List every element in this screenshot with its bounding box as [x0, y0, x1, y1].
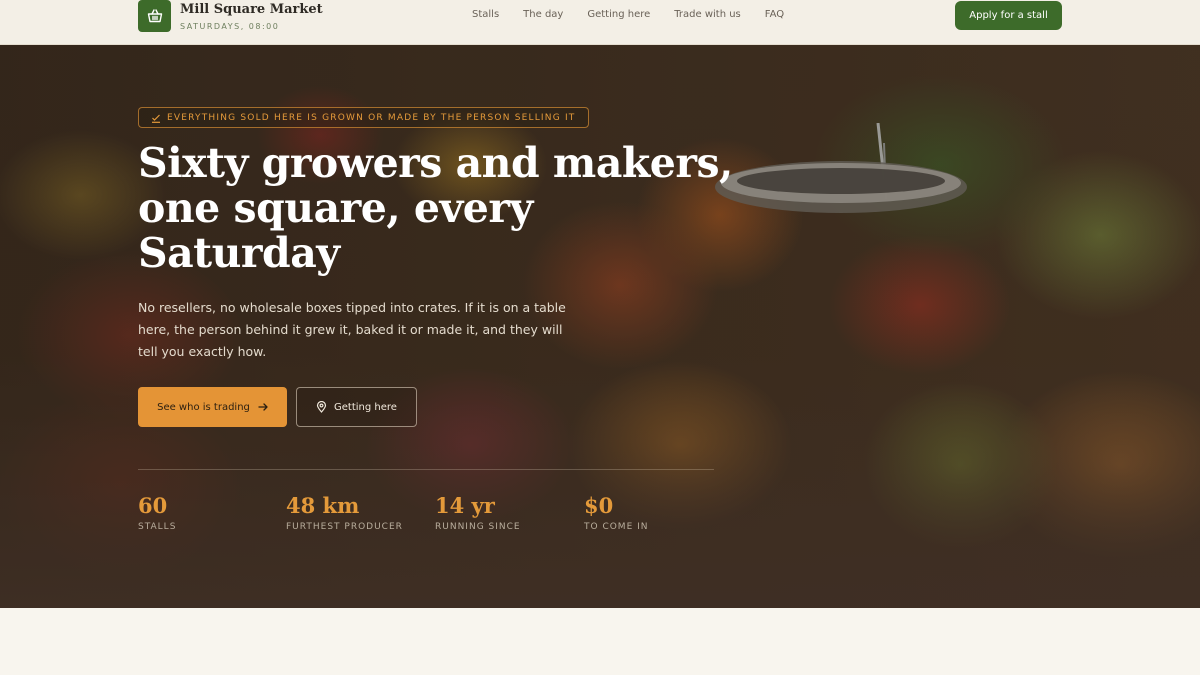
site-header: Mill Square Market SATURDAYS, 08:00 Stal… — [0, 0, 1200, 45]
brand-schedule: SATURDAYS, 08:00 — [180, 22, 280, 31]
stat-label: TO COME IN — [584, 522, 649, 532]
stat-furthest-producer: 48 km FURTHEST PRODUCER — [286, 493, 403, 532]
stat-value: 60 — [138, 493, 168, 518]
stat-entry-cost: $0 TO COME IN — [584, 493, 649, 532]
tagline-badge: EVERYTHING SOLD HERE IS GROWN OR MADE BY… — [138, 107, 589, 128]
stat-label: STALLS — [138, 522, 177, 532]
nav-link-faq[interactable]: FAQ — [765, 9, 784, 20]
stat-stalls: 60 STALLS — [138, 493, 176, 532]
arrow-right-icon — [258, 403, 268, 411]
main-nav: Stalls The day Getting here Trade with u… — [472, 9, 784, 20]
brand-name[interactable]: Mill Square Market — [180, 2, 323, 17]
see-who-is-trading-button[interactable]: See who is trading — [138, 387, 287, 427]
basket-icon[interactable] — [138, 0, 171, 32]
stat-value: $0 — [584, 493, 614, 518]
tagline-text: EVERYTHING SOLD HERE IS GROWN OR MADE BY… — [167, 112, 576, 123]
nav-link-the-day[interactable]: The day — [523, 9, 563, 20]
stat-value: 48 km — [286, 493, 360, 518]
stats-divider — [138, 469, 714, 470]
see-who-is-trading-label: See who is trading — [157, 401, 250, 413]
stat-value: 14 yr — [435, 493, 495, 518]
hero-headline: Sixty growers and makers, one square, ev… — [138, 139, 733, 277]
hero-lede: No resellers, no wholesale boxes tipped … — [138, 300, 566, 359]
stat-label: RUNNING SINCE — [435, 522, 521, 532]
map-pin-icon — [316, 401, 327, 413]
nav-link-stalls[interactable]: Stalls — [472, 9, 499, 20]
hero-section: EVERYTHING SOLD HERE IS GROWN OR MADE BY… — [0, 45, 1200, 608]
nav-link-trade-with-us[interactable]: Trade with us — [674, 9, 741, 20]
apply-for-stall-button[interactable]: Apply for a stall — [955, 1, 1062, 30]
getting-here-label: Getting here — [334, 401, 397, 413]
nav-link-getting-here[interactable]: Getting here — [587, 9, 650, 20]
hanging-scale-image — [715, 123, 967, 213]
stat-running-since: 14 yr RUNNING SINCE — [435, 493, 521, 532]
checklist-icon — [152, 114, 160, 123]
stat-label: FURTHEST PRODUCER — [286, 522, 403, 532]
getting-here-button[interactable]: Getting here — [296, 387, 417, 427]
